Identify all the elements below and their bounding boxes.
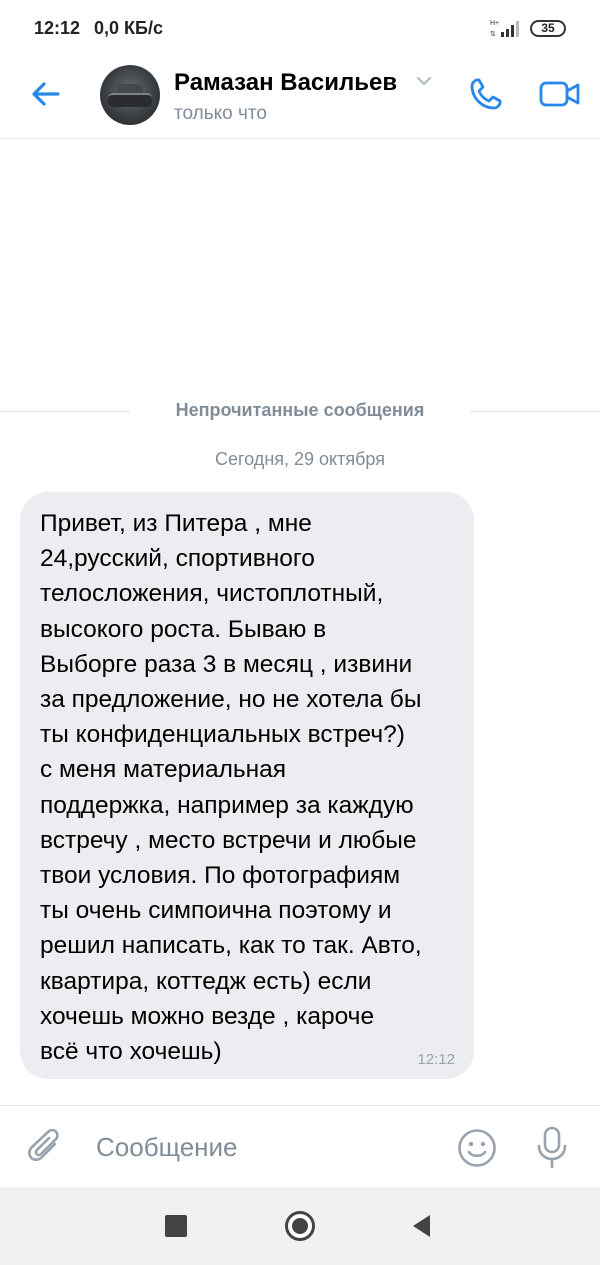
video-camera-icon[interactable] bbox=[538, 74, 582, 114]
contact-status: только что bbox=[174, 103, 267, 124]
incoming-message[interactable]: Привет, из Питера , мне 24,русский, спор… bbox=[20, 492, 474, 1079]
avatar-car-body bbox=[108, 93, 152, 107]
message-time: 12:12 bbox=[417, 1051, 455, 1068]
message-composer bbox=[0, 1105, 600, 1188]
svg-text:⇅: ⇅ bbox=[490, 31, 496, 38]
microphone-icon[interactable] bbox=[534, 1125, 570, 1171]
smile-icon[interactable] bbox=[456, 1127, 498, 1169]
date-separator: Сегодня, 29 октября bbox=[215, 449, 385, 469]
status-time: 12:12 bbox=[34, 18, 81, 38]
signal-icon: H+ ⇅ bbox=[490, 20, 519, 38]
square-icon[interactable] bbox=[165, 1215, 187, 1237]
avatar[interactable] bbox=[100, 65, 160, 125]
battery-level: 35 bbox=[541, 21, 555, 35]
contact-name[interactable]: Рамазан Васильев bbox=[174, 69, 397, 97]
paperclip-icon[interactable] bbox=[26, 1126, 66, 1170]
unread-divider: Непрочитанные сообщения bbox=[0, 398, 600, 426]
svg-text:H+: H+ bbox=[490, 20, 499, 27]
triangle-back-icon[interactable] bbox=[410, 1213, 432, 1239]
chat-header: Рамазан Васильев только что bbox=[0, 58, 600, 139]
message-text: Привет, из Питера , мне 24,русский, спор… bbox=[40, 510, 422, 1066]
system-nav-bar bbox=[0, 1187, 600, 1265]
status-bar: 12:12 0,0 КБ/с H+ ⇅ 35 bbox=[0, 0, 600, 58]
phone-icon[interactable] bbox=[466, 74, 506, 114]
unread-divider-label: Непрочитанные сообщения bbox=[175, 400, 425, 420]
chevron-down-icon[interactable] bbox=[416, 76, 432, 86]
battery-icon: 35 bbox=[530, 20, 566, 37]
divider-line bbox=[0, 411, 130, 412]
message-input[interactable] bbox=[86, 1124, 456, 1170]
divider-line bbox=[470, 411, 600, 412]
network-speed: 0,0 КБ/с bbox=[94, 18, 163, 38]
arrow-left-icon[interactable] bbox=[28, 76, 64, 112]
circle-icon[interactable] bbox=[285, 1211, 315, 1241]
